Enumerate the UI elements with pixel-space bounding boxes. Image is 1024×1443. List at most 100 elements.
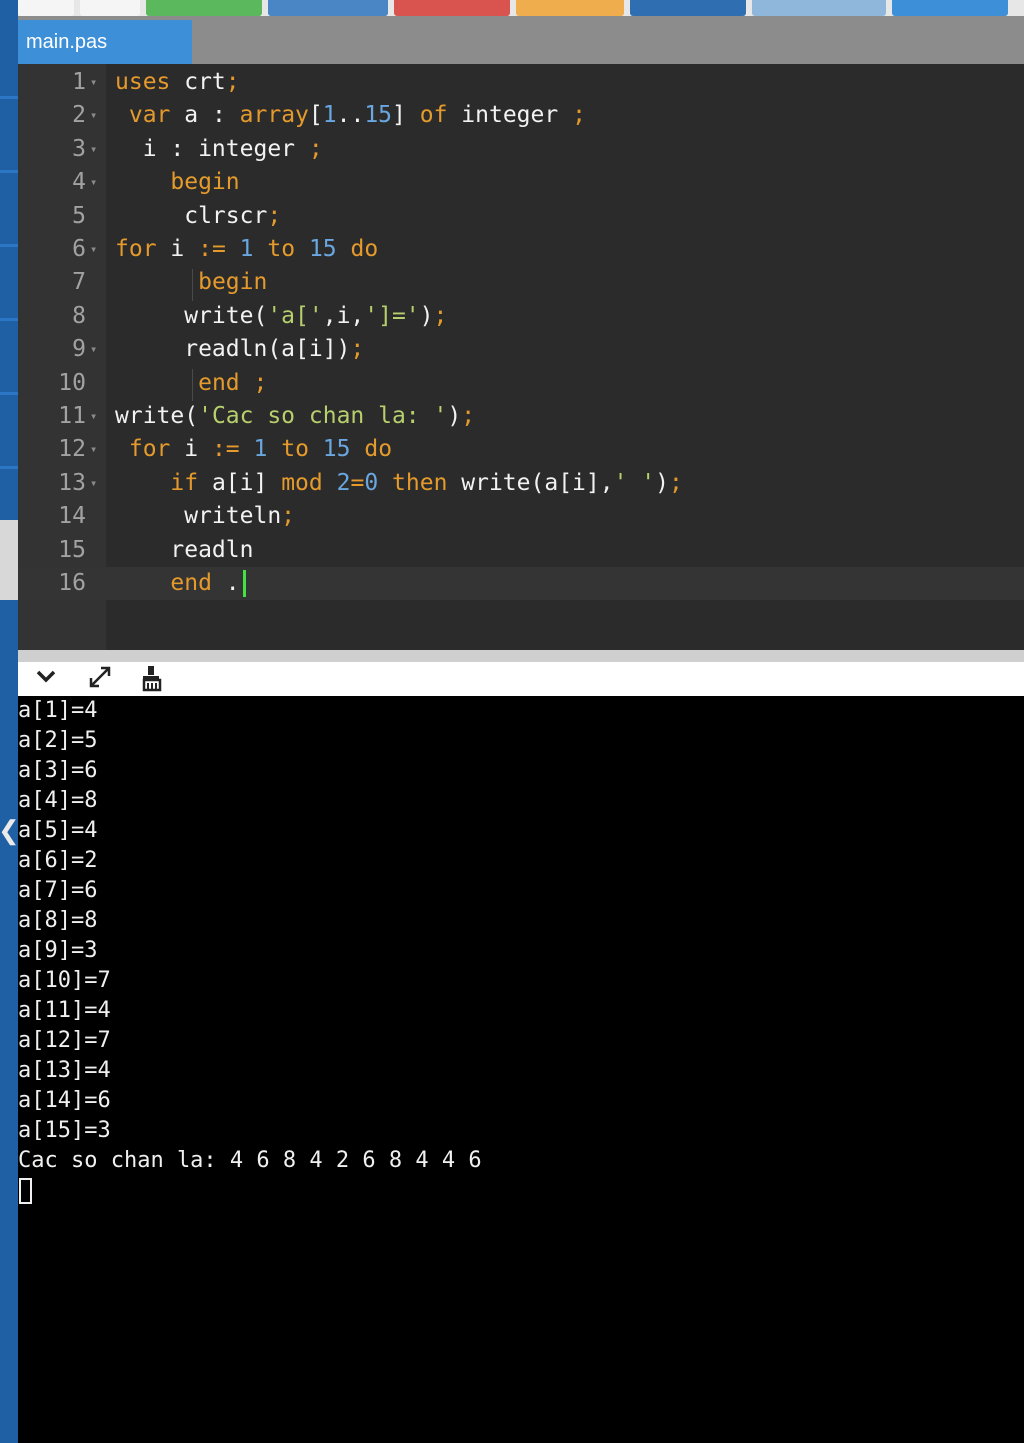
code-token: ; <box>461 403 476 429</box>
fold-toggle-icon[interactable]: ▾ <box>90 99 97 132</box>
code-token: 2 <box>336 469 351 496</box>
line-number: 10 <box>58 369 86 396</box>
fold-toggle-icon[interactable]: ▾ <box>90 433 97 466</box>
sidebar-divider <box>0 466 18 469</box>
code-line[interactable]: 2 ▾ var a : array[1..15] of integer ; <box>18 99 1024 132</box>
toolbar-button[interactable] <box>18 0 74 16</box>
toolbar-button[interactable] <box>516 0 624 16</box>
fold-toggle-icon[interactable]: ▾ <box>90 467 97 500</box>
line-number: 5 <box>72 202 86 229</box>
toolbar-button[interactable] <box>80 0 140 16</box>
code-text: writeln; <box>115 500 295 533</box>
line-number: 11 <box>58 403 86 429</box>
code-token: 15 <box>322 436 351 463</box>
code-text: end . <box>115 567 246 600</box>
code-line[interactable]: 9 ▾ readln(a[i]); <box>18 333 1024 366</box>
line-number: 15 <box>58 536 86 563</box>
code-token: i <box>170 436 212 463</box>
code-token: of <box>419 102 448 129</box>
code-token: writeln <box>115 503 282 530</box>
fold-toggle-icon[interactable]: ▾ <box>90 333 97 366</box>
code-text: if a[i] mod 2=0 then write(a[i],' '); <box>115 467 683 500</box>
code-token: 1 <box>322 102 337 129</box>
sidebar-divider <box>0 244 18 247</box>
console-output[interactable]: a[1]=4 a[2]=5 a[3]=6 a[4]=8 a[5]=4 a[6]=2 a[7]… <box>18 696 1024 1443</box>
panel-resize-handle[interactable] <box>18 650 1024 662</box>
left-sidebar: ❮ <box>0 0 20 1443</box>
console-line: a[4]=8 <box>18 788 98 813</box>
fold-toggle-icon[interactable]: ▾ <box>90 66 97 99</box>
code-token: = <box>350 469 365 496</box>
console-line: a[10]=7 <box>18 968 111 993</box>
toolbar-button[interactable] <box>268 0 388 16</box>
code-line[interactable]: 4 ▾ begin <box>18 166 1024 199</box>
chevron-down-icon[interactable] <box>32 664 60 694</box>
code-token: ' ' <box>613 469 656 496</box>
code-line[interactable]: 5 clrscr; <box>18 200 1024 233</box>
line-number: 12 <box>58 436 86 463</box>
code-line[interactable]: 3 ▾ i : integer ; <box>18 133 1024 166</box>
clear-console-icon[interactable] <box>138 664 166 694</box>
code-token: integer <box>447 102 573 129</box>
code-line[interactable]: 14 writeln; <box>18 500 1024 533</box>
code-token: ,i, <box>322 302 365 329</box>
toolbar-button[interactable] <box>146 0 262 16</box>
console-line: a[14]=6 <box>18 1088 111 1113</box>
code-token: to <box>267 236 296 262</box>
fold-toggle-icon[interactable]: ▾ <box>90 133 97 166</box>
code-token: for <box>128 436 171 463</box>
code-text: begin <box>115 266 267 299</box>
code-line[interactable]: 8 write('a[',i,']='); <box>18 300 1024 333</box>
code-line[interactable]: 12 ▾ for i := 1 to 15 do <box>18 433 1024 466</box>
code-token: i <box>156 236 199 262</box>
code-line[interactable]: 6 ▾ for i := 1 to 15 do <box>18 233 1024 266</box>
line-number: 16 <box>58 570 86 596</box>
code-token: 1 <box>239 236 254 262</box>
code-line[interactable]: 1 ▾ uses crt; <box>18 66 1024 99</box>
fold-toggle-icon[interactable]: ▾ <box>90 400 97 433</box>
code-line[interactable]: 10 end ; <box>18 367 1024 400</box>
line-number: 9 <box>72 336 86 363</box>
code-token: do <box>364 436 393 463</box>
toolbar-button[interactable] <box>892 0 1008 16</box>
tab-main-pas[interactable]: main.pas <box>18 20 192 64</box>
expand-icon[interactable] <box>86 664 114 694</box>
console-line: a[12]=7 <box>18 1028 111 1053</box>
code-token: ; <box>267 202 282 229</box>
file-tab-bar: main.pas <box>18 16 1024 64</box>
code-token: ; <box>669 469 683 496</box>
code-token: ; <box>572 102 586 129</box>
code-token: crt <box>170 69 226 95</box>
code-line[interactable]: 13 ▾ if a[i] mod 2=0 then write(a[i],' ')… <box>18 467 1024 500</box>
fold-toggle-icon[interactable]: ▾ <box>90 166 97 199</box>
code-token: . <box>211 570 240 596</box>
toolbar-button[interactable] <box>394 0 510 16</box>
sidebar-collapse-icon[interactable]: ❮ <box>0 815 20 845</box>
code-line[interactable]: 15 readln <box>18 534 1024 567</box>
code-line[interactable]: 11 ▾ write('Cac so chan la: '); <box>18 400 1024 433</box>
code-line[interactable]: 7 begin <box>18 266 1024 299</box>
console-line: a[3]=6 <box>18 758 98 783</box>
code-token: a : <box>170 102 240 129</box>
line-number: 4 <box>72 169 86 196</box>
code-token: end <box>198 369 240 396</box>
code-token: ) <box>655 469 669 496</box>
toolbar-button[interactable] <box>752 0 886 16</box>
toolbar-button[interactable] <box>630 0 746 16</box>
code-token: to <box>281 436 309 463</box>
fold-toggle-icon[interactable]: ▾ <box>90 233 97 266</box>
code-line[interactable]: 16 end . <box>18 567 1024 601</box>
code-editor[interactable]: 1 ▾ uses crt; 2 ▾ var a : array[1..15] of in… <box>18 64 1024 650</box>
console-line: a[6]=2 <box>18 848 98 873</box>
